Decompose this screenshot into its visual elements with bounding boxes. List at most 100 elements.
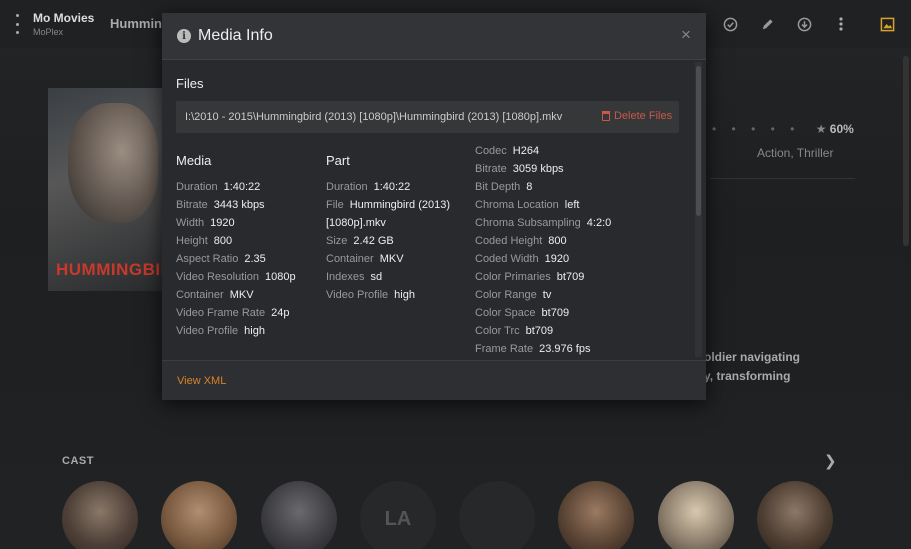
file-row: I:\2010 - 2015\Hummingbird (2013) [1080p… bbox=[176, 101, 679, 133]
scrollbar-thumb[interactable] bbox=[696, 66, 701, 216]
field-label: Bitrate bbox=[176, 199, 208, 211]
field-label: Height bbox=[176, 235, 208, 247]
media-row: Bitrate 3443 kbps bbox=[176, 199, 265, 211]
stream-row: Color Range tv bbox=[475, 289, 551, 301]
rating-percent: 60% bbox=[829, 122, 854, 136]
stream-row: Coded Width 1920 bbox=[475, 253, 569, 265]
media-row: Container MKV bbox=[176, 289, 254, 301]
field-label: Codec bbox=[475, 145, 507, 157]
field-value: 3059 kbps bbox=[512, 163, 564, 175]
avatar[interactable] bbox=[658, 481, 734, 549]
rating: • • • • • ★ 60% bbox=[712, 122, 854, 136]
field-value: 1:40:22 bbox=[223, 181, 261, 193]
stream-row: Coded Height 800 bbox=[475, 235, 567, 247]
movie-poster[interactable]: HUMMINGBIRD bbox=[48, 88, 162, 291]
media-heading: Media bbox=[176, 153, 212, 168]
stream-row: Chroma Location left bbox=[475, 199, 579, 211]
field-label: Color Range bbox=[475, 289, 537, 301]
chevron-right-icon[interactable]: ❯ bbox=[824, 452, 837, 470]
avatar[interactable] bbox=[261, 481, 337, 549]
info-icon: i bbox=[177, 29, 191, 43]
app-title[interactable]: Mo Movies MoPlex bbox=[33, 11, 94, 37]
field-value: bt709 bbox=[556, 271, 585, 283]
stream-row: Chroma Subsampling 4:2:0 bbox=[475, 217, 611, 229]
trash-icon bbox=[602, 111, 610, 121]
field-label: Bit Depth bbox=[475, 181, 521, 193]
field-label: Video Profile bbox=[176, 325, 239, 337]
part-row: Container MKV bbox=[326, 253, 404, 265]
field-value: 8 bbox=[526, 181, 533, 193]
avatar[interactable] bbox=[161, 481, 237, 549]
field-value: Hummingbird (2013) bbox=[349, 199, 450, 211]
more-vertical-icon[interactable] bbox=[829, 12, 853, 36]
page-scrollbar[interactable] bbox=[903, 56, 909, 246]
download-icon[interactable] bbox=[792, 12, 816, 36]
field-value: 24p bbox=[271, 307, 290, 319]
check-circle-icon[interactable] bbox=[718, 12, 742, 36]
media-info-dialog: i Media Info × Files I:\2010 - 2015\Humm… bbox=[162, 13, 706, 400]
part-row: [1080p].mkv bbox=[326, 217, 386, 229]
field-label: Coded Width bbox=[475, 253, 539, 265]
poster-artwork bbox=[68, 103, 158, 223]
files-heading: Files bbox=[176, 76, 204, 91]
stream-row: Bit Depth 8 bbox=[475, 181, 532, 193]
field-value: 3443 kbps bbox=[213, 199, 265, 211]
field-value: bt709 bbox=[525, 325, 554, 337]
delete-files-label: Delete Files bbox=[614, 110, 673, 122]
field-label: Width bbox=[176, 217, 205, 229]
part-row: Size 2.42 GB bbox=[326, 235, 394, 247]
part-row: Duration 1:40:22 bbox=[326, 181, 410, 193]
summary-line: y, transforming bbox=[704, 369, 791, 383]
media-row: Video Profile high bbox=[176, 325, 265, 337]
field-value: MKV bbox=[229, 289, 254, 301]
field-value: 800 bbox=[213, 235, 233, 247]
field-label: Chroma Location bbox=[475, 199, 559, 211]
avatar[interactable] bbox=[757, 481, 833, 549]
part-row: Video Profile high bbox=[326, 289, 415, 301]
field-value: high bbox=[394, 289, 415, 301]
image-icon[interactable] bbox=[875, 12, 899, 36]
stream-row: Color Trc bt709 bbox=[475, 325, 553, 337]
view-xml-link[interactable]: View XML bbox=[177, 375, 226, 387]
close-icon[interactable]: × bbox=[677, 25, 695, 45]
field-label: Video Profile bbox=[326, 289, 389, 301]
file-path: I:\2010 - 2015\Hummingbird (2013) [1080p… bbox=[185, 111, 563, 123]
stream-row: Frame Rate 23.976 fps bbox=[475, 343, 590, 355]
menu-dots-icon[interactable] bbox=[12, 14, 22, 34]
field-label: Color Primaries bbox=[475, 271, 551, 283]
field-label: Duration bbox=[176, 181, 218, 193]
field-label: Aspect Ratio bbox=[176, 253, 239, 265]
rating-dots: • • • • • bbox=[712, 122, 801, 136]
avatar[interactable] bbox=[62, 481, 138, 549]
pencil-icon[interactable] bbox=[755, 12, 779, 36]
field-label: Container bbox=[176, 289, 224, 301]
star-icon: ★ bbox=[815, 122, 827, 136]
field-label: Coded Height bbox=[475, 235, 543, 247]
poster-title: HUMMINGBIRD bbox=[56, 260, 162, 279]
field-label: Video Frame Rate bbox=[176, 307, 266, 319]
field-value: 1:40:22 bbox=[373, 181, 411, 193]
part-row: File Hummingbird (2013) bbox=[326, 199, 450, 211]
field-value: MKV bbox=[379, 253, 404, 265]
field-value: 4:2:0 bbox=[586, 217, 612, 229]
field-label: Indexes bbox=[326, 271, 365, 283]
avatar[interactable] bbox=[459, 481, 535, 549]
field-value: high bbox=[244, 325, 265, 337]
field-label: Container bbox=[326, 253, 374, 265]
media-row: Duration 1:40:22 bbox=[176, 181, 260, 193]
dialog-body[interactable]: Files I:\2010 - 2015\Hummingbird (2013) … bbox=[162, 61, 706, 359]
cast-label: CAST bbox=[62, 455, 94, 467]
field-value: 1080p bbox=[264, 271, 296, 283]
avatar[interactable]: LA bbox=[360, 481, 436, 549]
field-value: H264 bbox=[512, 145, 540, 157]
avatar[interactable] bbox=[558, 481, 634, 549]
dialog-scrollbar[interactable] bbox=[695, 62, 702, 357]
field-label: Chroma Subsampling bbox=[475, 217, 581, 229]
field-value: left bbox=[564, 199, 580, 211]
field-label: Frame Rate bbox=[475, 343, 534, 355]
summary: oldier navigating y, transforming bbox=[704, 348, 800, 386]
delete-files-button[interactable]: Delete Files bbox=[602, 110, 672, 122]
media-row: Aspect Ratio 2.35 bbox=[176, 253, 266, 265]
dialog-footer: View XML bbox=[162, 360, 706, 400]
media-row: Width 1920 bbox=[176, 217, 235, 229]
